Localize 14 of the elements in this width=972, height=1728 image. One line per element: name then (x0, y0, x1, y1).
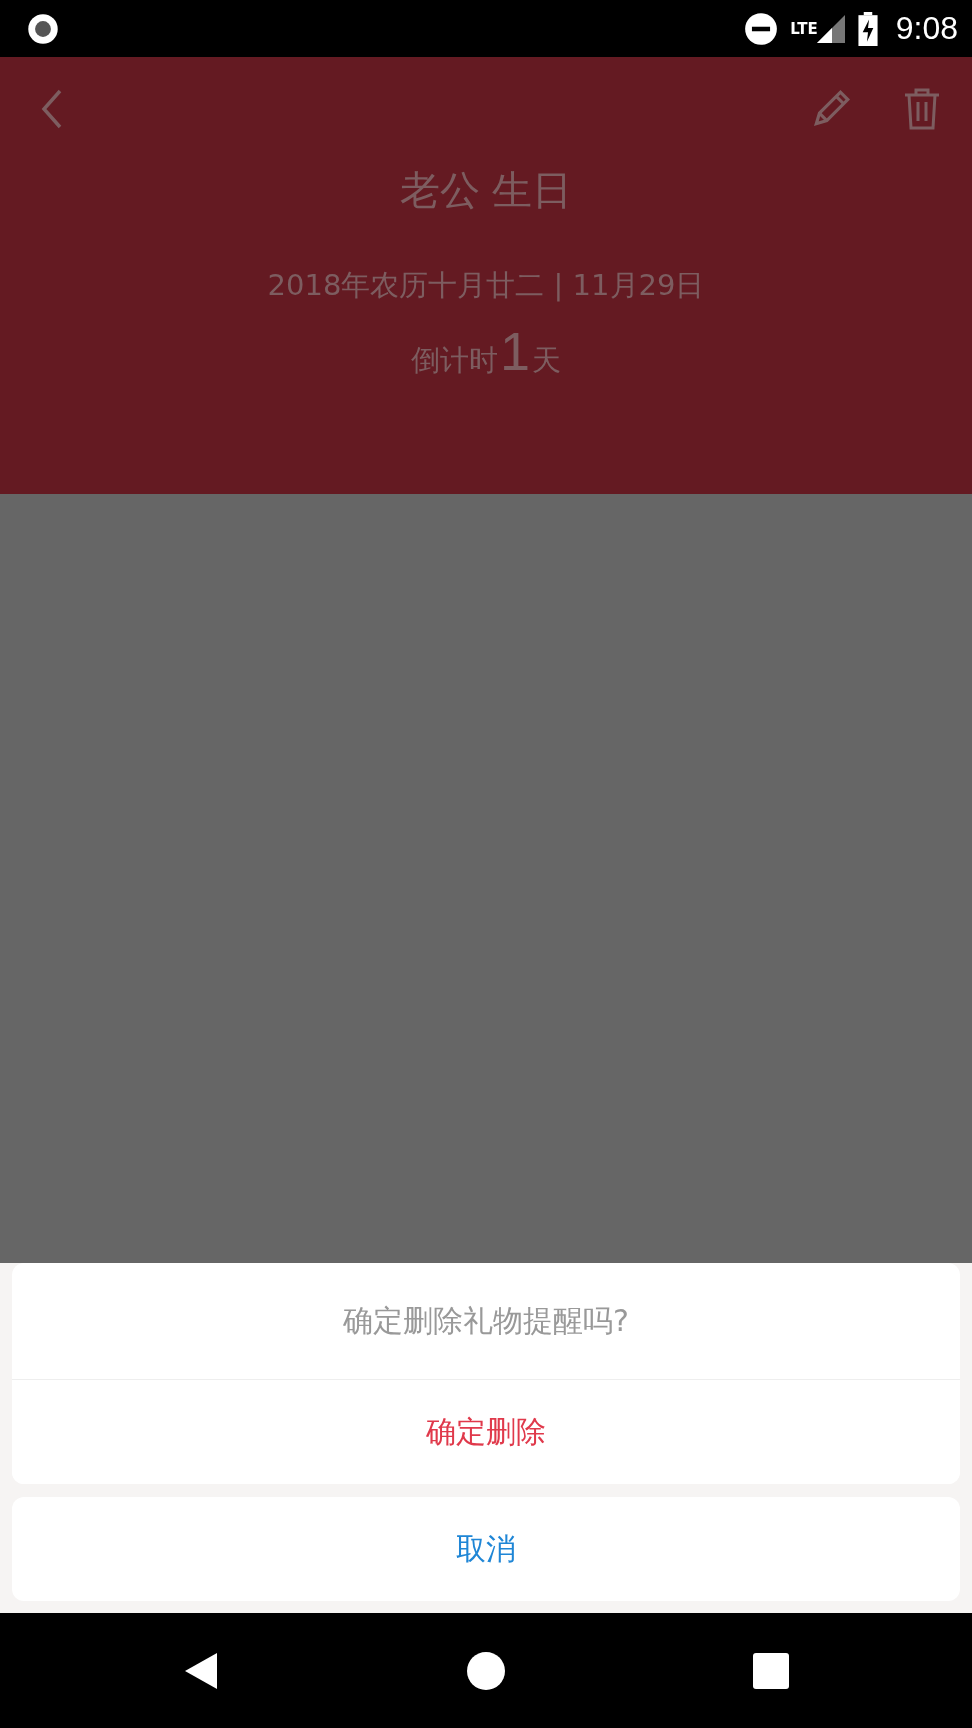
signal-icon (815, 13, 846, 44)
back-icon[interactable] (183, 1650, 220, 1691)
home-icon[interactable] (466, 1650, 506, 1691)
event-date: 2018年农历十月廿二 | 11月29日 (267, 267, 705, 304)
battery-icon (857, 11, 878, 46)
clock-time: 9:08 (895, 10, 958, 47)
countdown-unit: 天 (532, 342, 561, 379)
countdown-number: 1 (499, 320, 530, 382)
record-icon (26, 11, 60, 46)
event-title: 老公 生日 (399, 166, 573, 215)
countdown-label: 倒计时 (410, 342, 498, 379)
do-not-disturb-icon (744, 11, 779, 46)
recents-icon[interactable] (752, 1652, 789, 1689)
network-label: LTE (790, 20, 818, 38)
